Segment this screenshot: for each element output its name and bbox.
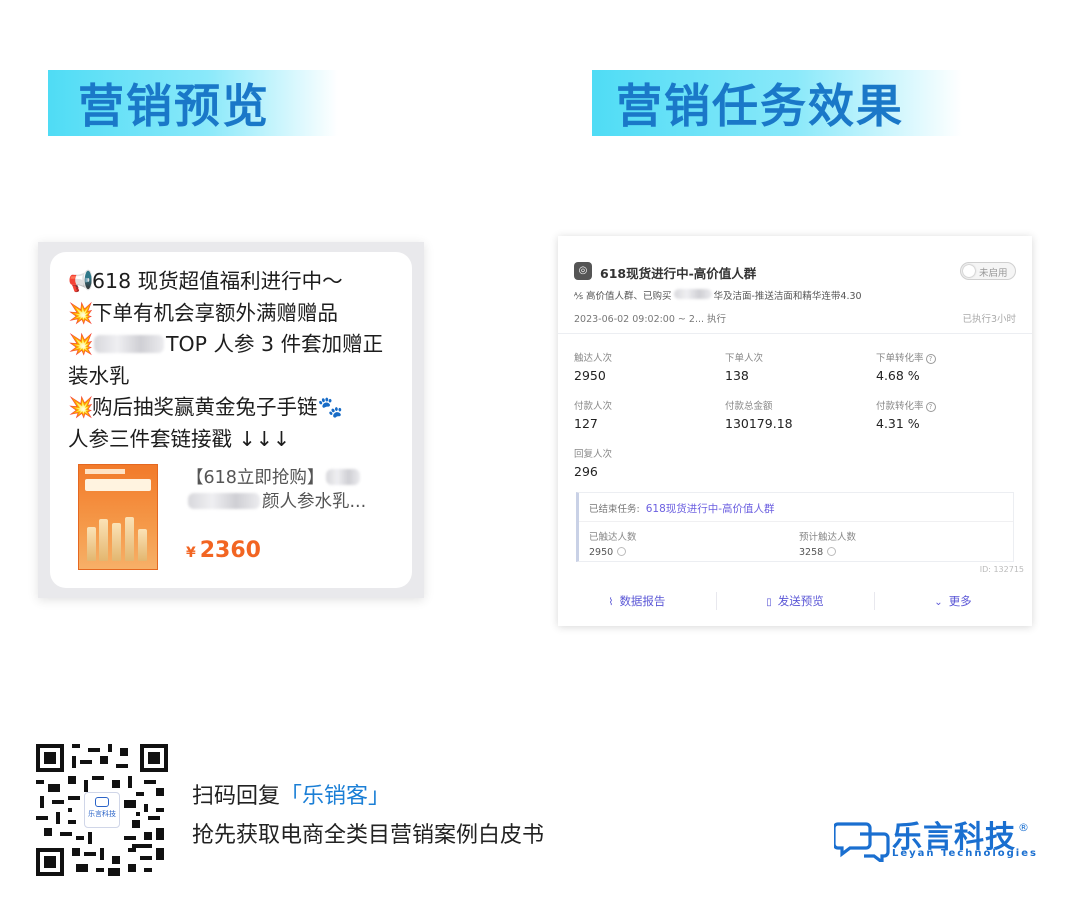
message-text: TOP 人参 3 件套加赠正 (166, 332, 384, 356)
help-icon[interactable]: ? (925, 402, 936, 412)
task-id: ID: 132715 (979, 565, 1024, 574)
task-enable-toggle[interactable]: 未启用 (960, 262, 1016, 280)
help-icon[interactable]: ? (925, 354, 936, 364)
message-text: 人参三件套链接戳 ↓↓↓ (68, 426, 291, 451)
clock-icon (617, 547, 627, 556)
burst-icon: 💥 (68, 300, 94, 325)
message-line: 人参三件套链接戳 ↓↓↓ (68, 424, 396, 456)
task-elapsed: 已执行3小时 (962, 314, 1016, 325)
whitepaper-offer: 抢先获取电商全类目营销案例白皮书 (192, 823, 545, 848)
task-title: 618现货进行中-高价值人群 (600, 266, 757, 281)
metric-payment-conversion: 付款转化率? 4.31 % (876, 398, 1016, 431)
message-text: 装水乳 (68, 363, 130, 388)
message-line: 装水乳 (68, 361, 396, 393)
redacted-brand (94, 335, 164, 353)
qr-code: 乐言科技 (36, 744, 168, 876)
message-line: 💥下单有机会享额外满赠赠品 (68, 298, 396, 330)
metric-payments: 付款人次 127 (574, 401, 613, 431)
burst-icon: 💥 (68, 332, 94, 356)
product-card[interactable]: 【618立即抢购】 颜人参水乳... ¥2360 (78, 464, 408, 574)
message-line: 💥购后抽奖赢黄金兔子手链🐾 (68, 392, 396, 424)
task-action-bar: ⌇ 数据报告 ▯ 发送预览 ⌄ 更多 (558, 586, 1032, 616)
metric-order-conversion: 下单转化率? 4.68 % (876, 350, 1016, 383)
product-image (78, 464, 158, 570)
metric-replies: 回复人次 296 (574, 449, 613, 479)
metric-reach: 触达人次 2950 (574, 353, 613, 383)
task-description: ⅍ 高价值人群、已购买 华及洁面-推送洁面和精华连带4.30 (574, 289, 862, 302)
brand-name-en: Leyan Technologies (892, 848, 1038, 859)
toggle-label: 未启用 (979, 268, 1008, 279)
ended-task-link[interactable]: 618现货进行中-高价值人群 (646, 503, 775, 515)
message-line: 💥 TOP 人参 3 件套加赠正 (68, 329, 396, 361)
chevron-down-icon: ⌄ (934, 597, 943, 608)
chat-channel-icon: ◎ (574, 262, 592, 280)
data-report-button[interactable]: ⌇ 数据报告 (558, 586, 716, 616)
marketing-preview-heading: 营销预览 (48, 70, 338, 136)
preview-icon: ▯ (766, 597, 772, 608)
chat-message-bubble: 📢618 现货超值福利进行中～ 💥下单有机会享额外满赠赠品 💥 TOP 人参 3 … (50, 252, 412, 588)
message-line: 📢618 现货超值福利进行中～ (68, 266, 396, 298)
product-price: ¥2360 (186, 538, 261, 563)
reached-count: 已触达人数 2950 (589, 532, 637, 558)
product-title: 【618立即抢购】 颜人参水乳... (186, 468, 367, 512)
metric-orders: 下单人次 138 (725, 353, 764, 383)
more-button[interactable]: ⌄ 更多 (874, 586, 1032, 616)
marketing-task-effect-heading: 营销任务效果 (592, 70, 962, 136)
megaphone-icon: 📢 (68, 269, 94, 293)
marketing-preview-panel: 📢618 现货超值福利进行中～ 💥下单有机会享额外满赠赠品 💥 TOP 人参 3 … (38, 242, 424, 598)
task-time-range: 2023-06-02 09:02:00 ~ 2... 执行 (574, 314, 727, 325)
ended-task-box: 已结束任务: 618现货进行中-高价值人群 已触达人数 2950 预计触达人数 3… (576, 492, 1014, 562)
message-text: 购后抽奖赢黄金兔子手链🐾 (92, 395, 344, 419)
message-text: 618 现货超值福利进行中～ (92, 269, 343, 293)
chat-bubble-logo-icon (834, 822, 890, 862)
send-preview-button[interactable]: ▯ 发送预览 (716, 586, 874, 616)
chart-icon: ⌇ (608, 597, 614, 608)
task-header: ◎ 618现货进行中-高价值人群 未启用 ⅍ 高价值人群、已购买 华及洁面-推送洁… (558, 236, 1032, 334)
brand-logo: 乐言科技 ® Leyan Technologies (834, 812, 1060, 866)
scan-instruction: 扫码回复「乐销客」 (192, 784, 391, 809)
task-effect-card: ◎ 618现货进行中-高价值人群 未启用 ⅍ 高价值人群、已购买 华及洁面-推送洁… (558, 236, 1032, 626)
clock-icon (827, 547, 837, 556)
expected-count: 预计触达人数 3258 (799, 532, 857, 558)
ended-task-row: 已结束任务: 618现货进行中-高价值人群 (589, 503, 775, 515)
marketing-showcase-page: 营销预览 营销任务效果 📢618 现货超值福利进行中～ 💥下单有机会享额外满赠赠… (0, 0, 1080, 900)
message-text: 下单有机会享额外满赠赠品 (92, 300, 338, 325)
audience-icon: ⅍ (574, 291, 586, 302)
burst-icon: 💥 (68, 395, 94, 419)
qr-logo: 乐言科技 (84, 792, 120, 828)
metric-payment-amount: 付款总金额 130179.18 (725, 401, 793, 431)
